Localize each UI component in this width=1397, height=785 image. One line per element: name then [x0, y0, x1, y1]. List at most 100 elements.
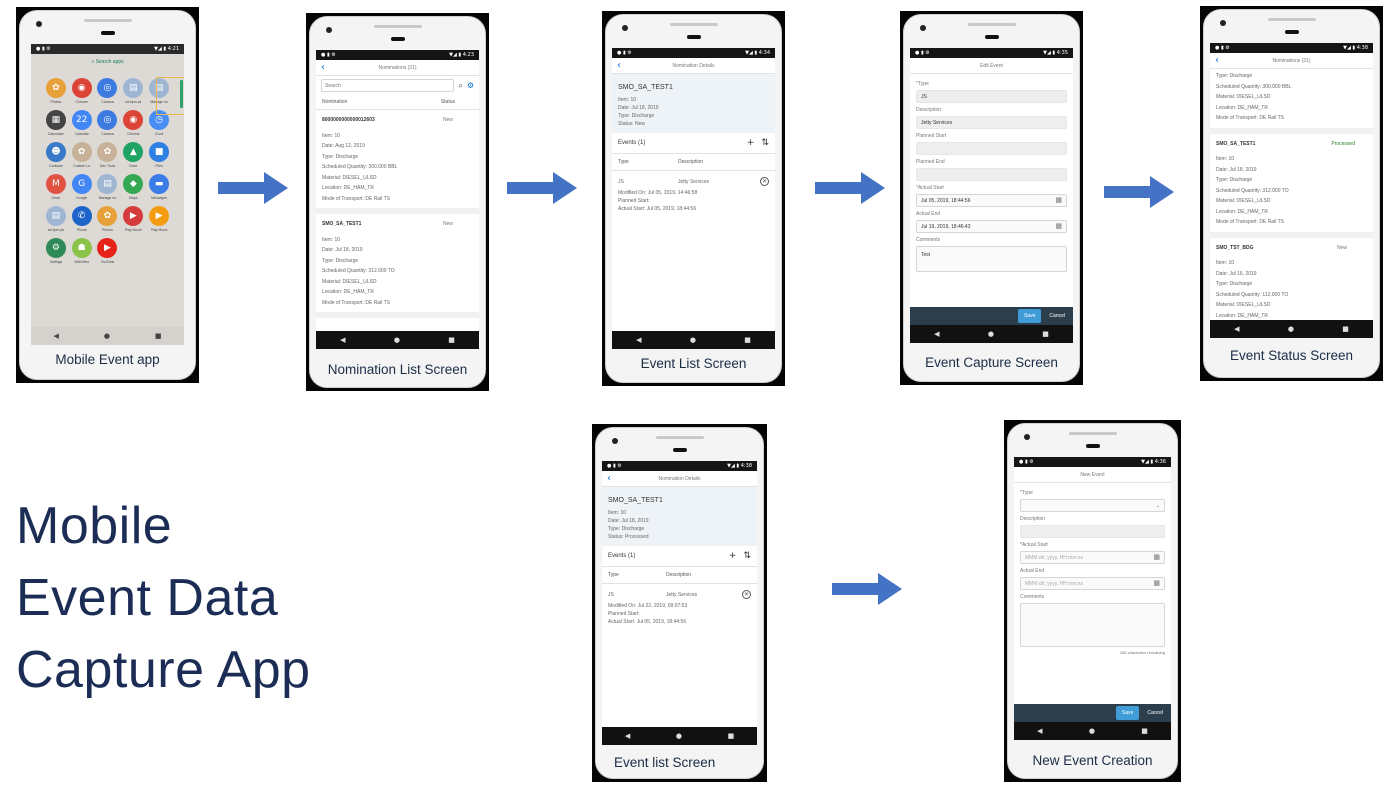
app-launcher-item[interactable]: ▶ Play Movie: [120, 206, 146, 232]
back-icon[interactable]: ◀: [1037, 727, 1042, 735]
planned-end-field[interactable]: [916, 168, 1067, 181]
app-launcher-item[interactable]: ⚙ Settings: [43, 238, 69, 264]
recents-icon[interactable]: ■: [1141, 727, 1148, 735]
back-icon[interactable]: ◀: [636, 336, 641, 344]
nomination-item[interactable]: SMO_SA_TEST1 Processed Item: 10 Date: Jul…: [1210, 134, 1373, 238]
app-launcher-item[interactable]: 22 Calendar: [69, 110, 95, 136]
recents-icon[interactable]: ■: [1342, 325, 1349, 333]
actual-end-field[interactable]: Jul 19, 2019, 18:46:43 ▦: [916, 220, 1067, 233]
app-launcher-item[interactable]: ◎ Camera: [95, 110, 121, 136]
save-button[interactable]: Save: [1116, 706, 1140, 720]
app-launcher-item[interactable]: ◉ Chrome: [69, 78, 95, 104]
recents-icon[interactable]: ■: [155, 332, 162, 340]
back-icon[interactable]: ◀: [625, 732, 630, 740]
app-launcher-item[interactable]: ■ Files: [146, 142, 172, 168]
app-launcher-item[interactable]: ✆ Phone: [69, 206, 95, 232]
nomination-item[interactable]: SMO_SA_TEST1 New Item: 10 Date: Jul 18, 2…: [316, 214, 479, 318]
description-field[interactable]: Jetty Services: [916, 116, 1067, 129]
app-launcher-item[interactable]: ◉ Chrome: [120, 110, 146, 136]
back-arrow-icon[interactable]: ‹: [612, 60, 626, 71]
earpiece: [984, 35, 999, 39]
add-icon[interactable]: +: [747, 138, 755, 148]
back-icon[interactable]: ◀: [1234, 325, 1239, 333]
actual-end-field[interactable]: MMM dd, yyyy, HH:mm:ss ▦: [1020, 577, 1165, 590]
app-launcher-item[interactable]: ▲ Drive: [120, 142, 146, 168]
actual-start-field[interactable]: Jul 05, 2019, 18:44:56 ▦: [916, 194, 1067, 207]
comments-field[interactable]: Test: [916, 246, 1067, 272]
back-arrow-icon[interactable]: ‹: [1210, 55, 1224, 66]
home-icon[interactable]: ●: [676, 732, 682, 740]
home-icon[interactable]: ●: [1089, 727, 1095, 735]
app-launcher-item[interactable]: ◆ Maps: [120, 174, 146, 200]
title-line: Capture App: [16, 641, 311, 699]
nomination-item[interactable]: SMO_TST_BDG New Item: 10 Date: Jul 16, 20…: [1210, 238, 1373, 331]
event-row[interactable]: JS Jetty Services ✕ Modified On: Jul 05, 2…: [612, 171, 775, 219]
calendar-icon: 22: [71, 110, 92, 130]
nomination-item-partial[interactable]: Type: Discharge Scheduled Quantity: 300.…: [1210, 69, 1373, 134]
app-search-bar[interactable]: ⌕ Search apps: [31, 54, 184, 69]
back-icon[interactable]: ◀: [340, 336, 345, 344]
app-launcher-item[interactable]: ▶ Play Music: [146, 206, 172, 232]
home-icon[interactable]: ●: [104, 332, 110, 340]
app-launcher-item[interactable]: ☻ Contacts: [43, 142, 69, 168]
app-label: Camera: [101, 100, 114, 104]
app-launcher-item[interactable]: ▦ Calculator: [43, 110, 69, 136]
back-icon[interactable]: ◀: [934, 330, 939, 338]
nomination-item[interactable]: 8000000000000012603 New Item: 10 Date: Au…: [316, 110, 479, 214]
nomination-status: New: [1336, 244, 1347, 251]
home-icon[interactable]: ●: [1288, 325, 1294, 333]
app-launcher-item[interactable]: G Google: [69, 174, 95, 200]
recents-icon[interactable]: ■: [728, 732, 735, 740]
recents-icon[interactable]: ■: [1042, 330, 1049, 338]
calendar-icon[interactable]: ▦: [1153, 554, 1160, 562]
app-launcher-item[interactable]: ▶ YouTube: [95, 238, 121, 264]
app-launcher-item[interactable]: ✿ Photos: [43, 78, 69, 104]
event-row[interactable]: JS Jetty Services ✕ Modified On: Jul 22, 2…: [602, 584, 757, 632]
document-icon: ▤: [45, 206, 66, 226]
caption-event-list: Event List Screen: [640, 356, 747, 371]
cancel-button[interactable]: Cancel: [1143, 706, 1167, 720]
save-button[interactable]: Save: [1018, 309, 1042, 323]
app-launcher-item[interactable]: ▤ sd-bpm.pk: [120, 78, 146, 104]
comments-field[interactable]: [1020, 603, 1165, 647]
characters-remaining: 256 characters remaining: [1119, 650, 1165, 655]
app-launcher-item[interactable]: ▬ Messages: [146, 174, 172, 200]
description-label: Description: [1020, 516, 1046, 522]
back-arrow-icon[interactable]: ‹: [316, 62, 330, 73]
search-icon[interactable]: ⌕: [458, 81, 462, 91]
app-launcher-item[interactable]: M Gmail: [43, 174, 69, 200]
column-headers: Nomination Status: [316, 95, 479, 110]
recents-icon[interactable]: ■: [744, 336, 751, 344]
actual-start-field[interactable]: MMM dd, yyyy, HH:mm:ss ▦: [1020, 551, 1165, 564]
app-launcher-item[interactable]: ◎ Camera: [95, 78, 121, 104]
back-arrow-icon[interactable]: ‹: [602, 473, 616, 484]
drive-icon: ▲: [123, 142, 144, 162]
delete-icon[interactable]: ✕: [760, 177, 769, 186]
delete-icon[interactable]: ✕: [742, 590, 751, 599]
app-launcher-item[interactable]: ✿ Photos: [95, 206, 121, 232]
add-icon[interactable]: +: [729, 551, 737, 561]
description-field[interactable]: [1020, 525, 1165, 538]
home-icon[interactable]: ●: [394, 336, 400, 344]
calendar-icon[interactable]: ▦: [1153, 580, 1160, 588]
home-icon[interactable]: ●: [988, 330, 994, 338]
app-launcher-item[interactable]: ▤ sd-bpm.pk: [43, 206, 69, 232]
app-launcher-item[interactable]: ✿ Custom Lo: [69, 142, 95, 168]
planned-start-field[interactable]: [916, 142, 1067, 155]
sort-icon[interactable]: ⇅: [761, 138, 769, 148]
app-launcher-item[interactable]: ✿ Dev Tools: [95, 142, 121, 168]
app-launcher-item[interactable]: ▤ Manage no: [95, 174, 121, 200]
sort-icon[interactable]: ⇅: [743, 551, 751, 561]
comments-label: Comments: [916, 237, 941, 243]
type-field[interactable]: JS: [916, 90, 1067, 103]
cancel-button[interactable]: Cancel: [1045, 309, 1069, 323]
calendar-icon[interactable]: ▦: [1055, 223, 1062, 231]
settings-icon[interactable]: ⚙: [467, 81, 474, 90]
calendar-icon[interactable]: ▦: [1055, 197, 1062, 205]
type-select[interactable]: ⌄: [1020, 499, 1165, 512]
recents-icon[interactable]: ■: [448, 336, 455, 344]
home-icon[interactable]: ●: [690, 336, 696, 344]
app-launcher-item[interactable]: ☗ WebView: [69, 238, 95, 264]
search-input[interactable]: [321, 79, 455, 92]
back-icon[interactable]: ◀: [53, 332, 58, 340]
